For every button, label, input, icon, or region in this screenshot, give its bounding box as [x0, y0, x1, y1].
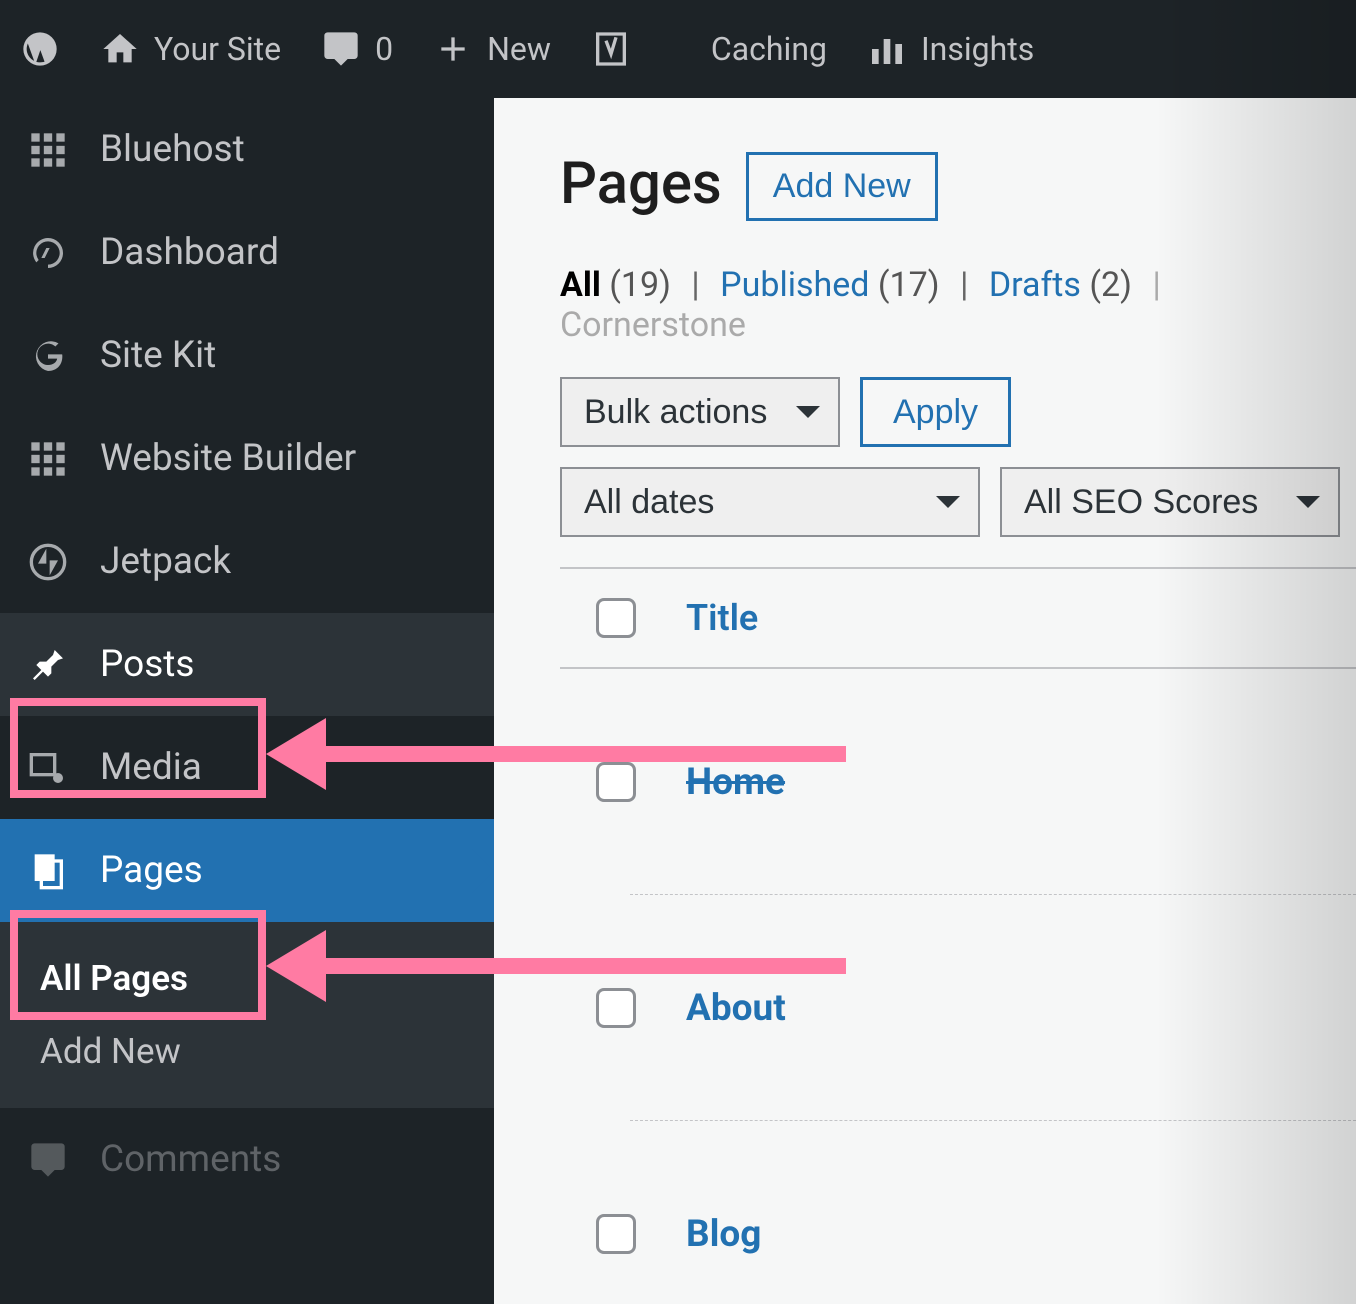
sidebar-item-sitekit[interactable]: Site Kit	[0, 304, 494, 407]
filter-all[interactable]: All (19)	[560, 265, 671, 305]
grid-icon	[28, 439, 68, 479]
caching-label: Caching	[711, 30, 827, 68]
filter-links: All (19) | Published (17) | Drafts (2) |…	[560, 265, 1356, 345]
table-header-row: Title	[560, 569, 1356, 669]
new-label: New	[487, 30, 551, 68]
plus-icon	[433, 29, 473, 69]
yoast-icon	[591, 29, 631, 69]
pin-icon	[28, 645, 68, 685]
wordpress-icon	[20, 29, 60, 69]
sidebar-item-websitebuilder[interactable]: Website Builder	[0, 407, 494, 510]
sidebar-item-label: Website Builder	[100, 437, 356, 480]
sidebar-item-pages[interactable]: Pages	[0, 819, 494, 922]
submenu-item-add-new[interactable]: Add New	[0, 1015, 494, 1088]
sidebar-item-label: Pages	[100, 849, 203, 892]
sidebar-item-label: Jetpack	[100, 540, 231, 583]
page-title: Pages	[560, 150, 722, 218]
apply-button[interactable]: Apply	[860, 377, 1011, 447]
sidebar-item-label: Posts	[100, 643, 195, 686]
all-seo-select[interactable]: All SEO Scores	[1000, 467, 1340, 537]
bulk-action-row: Bulk actions Apply	[560, 377, 1356, 447]
filter-cornerstone[interactable]: Cornerstone	[560, 305, 746, 345]
sidebar-item-label: Comments	[100, 1138, 281, 1181]
bulk-actions-select[interactable]: Bulk actions	[560, 377, 840, 447]
sidebar-item-label: Dashboard	[100, 231, 279, 274]
admin-bar: Your Site 0 New Caching Insights	[0, 0, 1356, 98]
sidebar-item-label: Media	[100, 746, 202, 789]
row-checkbox[interactable]	[596, 1214, 636, 1254]
pages-icon	[28, 851, 68, 891]
grid-icon	[28, 130, 68, 170]
sidebar-item-jetpack[interactable]: Jetpack	[0, 510, 494, 613]
jetpack-icon	[28, 542, 68, 582]
site-name: Your Site	[154, 30, 281, 68]
page-title-link[interactable]: Home	[686, 761, 785, 804]
column-title[interactable]: Title	[686, 597, 758, 639]
insights-label: Insights	[921, 30, 1034, 68]
filter-row-2: All dates All SEO Scores	[560, 467, 1356, 537]
pages-table: Title Home About Blog	[560, 567, 1356, 1304]
admin-sidebar: Bluehost Dashboard Site Kit Website Buil…	[0, 98, 494, 1304]
sidebar-item-dashboard[interactable]: Dashboard	[0, 201, 494, 304]
page-heading: Pages Add New	[560, 146, 1356, 221]
site-link[interactable]: Your Site	[100, 29, 281, 69]
bar-chart-icon	[867, 29, 907, 69]
table-row[interactable]: Blog	[560, 1121, 1356, 1304]
sidebar-item-bluehost[interactable]: Bluehost	[0, 98, 494, 201]
page-title-link[interactable]: Blog	[686, 1213, 761, 1256]
filter-drafts[interactable]: Drafts (2)	[989, 265, 1132, 305]
sidebar-item-label: Site Kit	[100, 334, 216, 377]
insights-link[interactable]: Insights	[867, 29, 1034, 69]
comment-count: 0	[375, 30, 393, 68]
table-row[interactable]: About	[560, 895, 1356, 1121]
submenu-item-all-pages[interactable]: All Pages	[0, 942, 494, 1015]
filter-published[interactable]: Published (17)	[720, 265, 939, 305]
google-g-icon	[28, 336, 68, 376]
main-content: Pages Add New All (19) | Published (17) …	[494, 98, 1356, 1304]
dashboard-icon	[28, 233, 68, 273]
table-row[interactable]: Home	[560, 669, 1356, 895]
media-icon	[28, 748, 68, 788]
add-new-button[interactable]: Add New	[746, 152, 938, 221]
sidebar-item-posts[interactable]: Posts	[0, 613, 494, 716]
caching-link[interactable]: Caching	[711, 30, 827, 68]
sidebar-submenu-pages: All Pages Add New	[0, 922, 494, 1108]
yoast-link[interactable]	[591, 29, 631, 69]
comment-icon	[321, 29, 361, 69]
sidebar-item-label: Bluehost	[100, 128, 245, 171]
comments-link[interactable]: 0	[321, 29, 393, 69]
select-all-checkbox[interactable]	[596, 598, 636, 638]
sidebar-item-comments[interactable]: Comments	[0, 1108, 494, 1211]
sidebar-item-media[interactable]: Media	[0, 716, 494, 819]
page-title-link[interactable]: About	[686, 987, 786, 1030]
wp-logo[interactable]	[20, 29, 60, 69]
new-content[interactable]: New	[433, 29, 551, 69]
row-checkbox[interactable]	[596, 762, 636, 802]
comment-icon	[28, 1140, 68, 1180]
home-icon	[100, 29, 140, 69]
all-dates-select[interactable]: All dates	[560, 467, 980, 537]
row-checkbox[interactable]	[596, 988, 636, 1028]
